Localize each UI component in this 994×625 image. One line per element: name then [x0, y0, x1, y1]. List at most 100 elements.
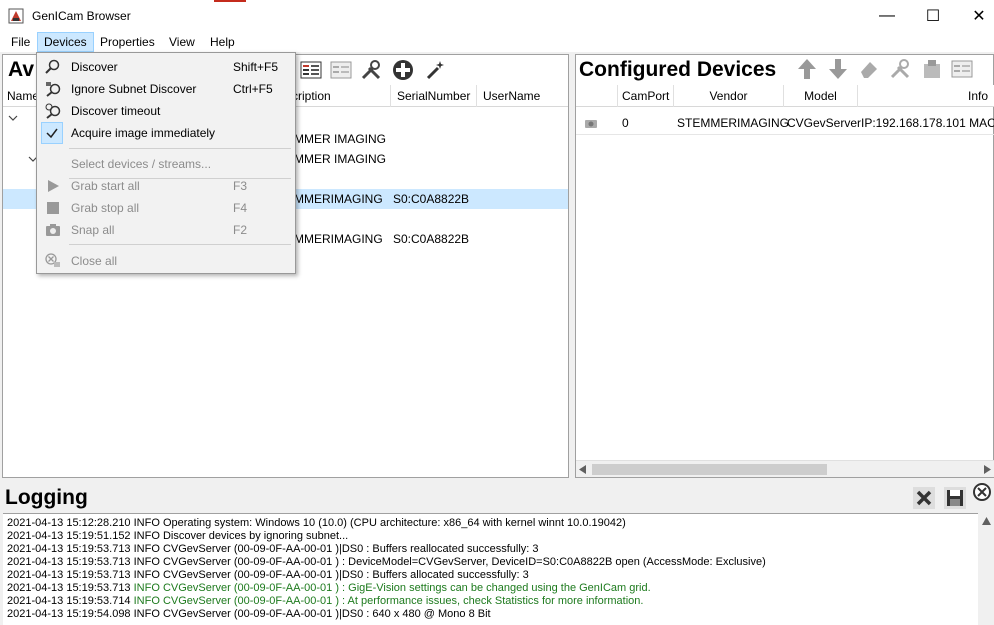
scroll-right-icon[interactable] — [984, 465, 992, 474]
tools-icon[interactable] — [359, 58, 383, 82]
properties-grid-icon[interactable] — [299, 58, 323, 82]
row-serial: S0:C0A8822B — [393, 232, 470, 246]
log-message-green: INFO CVGevServer (00-09-0F-AA-00-01 ) : … — [133, 595, 644, 607]
menu-item-grab-stop-all[interactable]: Grab stop all F4 — [39, 197, 293, 219]
menu-separator — [69, 148, 291, 149]
log-line: 2021-04-13 15:19:53.713 INFO CVGevServer… — [7, 556, 766, 568]
log-line: 2021-04-13 15:12:28.210 INFO Operating s… — [7, 517, 626, 529]
menu-item-close-all[interactable]: Close all — [39, 250, 293, 272]
properties-disabled-icon[interactable] — [329, 58, 353, 82]
col-status — [576, 85, 618, 107]
magnifier-clock-icon — [45, 103, 61, 119]
log-timestamp: 2021-04-13 15:19:53.713 — [7, 582, 134, 594]
row-info: IP:192.168.178.101 MAC:7 — [861, 116, 994, 130]
log-line: 2021-04-13 15:19:53.713 INFO CVGevServer… — [7, 543, 539, 555]
title-accent-bar — [214, 0, 246, 2]
col-serialnumber[interactable]: SerialNumber — [393, 85, 477, 107]
available-devices-title: Av — [8, 58, 35, 81]
arrow-up-icon[interactable] — [795, 57, 819, 81]
log-line: 2021-04-13 15:19:51.152 INFO Discover de… — [7, 530, 349, 542]
devices-dropdown-menu: Discover Shift+F5 Ignore Subnet Discover… — [36, 52, 296, 274]
menu-help[interactable]: Help — [204, 32, 241, 52]
menu-file[interactable]: File — [5, 32, 36, 52]
log-output[interactable]: 2021-04-13 15:12:28.210 INFO Operating s… — [3, 513, 985, 625]
col-description[interactable]: scription — [286, 85, 391, 107]
menu-item-grab-start-all[interactable]: Grab start all F3 — [39, 175, 293, 197]
log-timestamp: 2021-04-13 15:19:53.714 — [7, 595, 134, 607]
menu-item-shortcut: Ctrl+F5 — [233, 82, 273, 96]
genicam-app-icon — [8, 8, 24, 24]
col-username[interactable]: UserName — [479, 85, 567, 107]
menu-devices[interactable]: Devices — [37, 32, 94, 52]
log-line: 2021-04-13 15:19:54.098 INFO CVGevServer… — [7, 608, 491, 620]
log-message-green: INFO CVGevServer (00-09-0F-AA-00-01 ) : … — [133, 582, 651, 594]
tools-disabled-icon[interactable] — [888, 57, 912, 81]
camera-icon — [45, 222, 61, 238]
scroll-left-icon[interactable] — [579, 465, 587, 474]
configured-devices-title: Configured Devices — [579, 58, 777, 81]
log-line: 2021-04-13 15:19:53.713 INFO CVGevServer… — [7, 582, 651, 595]
logging-title: Logging — [5, 486, 88, 509]
maximize-button[interactable]: ☐ — [910, 0, 956, 32]
menu-item-shortcut: Shift+F5 — [233, 60, 279, 74]
menu-item-discover-timeout[interactable]: Discover timeout — [39, 100, 293, 122]
menu-item-label: Discover timeout — [71, 104, 161, 118]
row-description: EMMER IMAGING — [286, 152, 387, 166]
row-description: EMMERIMAGING — [286, 192, 383, 206]
menu-item-label: Ignore Subnet Discover — [71, 82, 197, 96]
close-window-button[interactable]: ✕ — [956, 0, 994, 32]
col-model[interactable]: Model — [784, 85, 858, 107]
minimize-button[interactable]: — — [864, 0, 910, 32]
magic-wand-icon[interactable] — [423, 58, 447, 82]
magnifier-icon — [45, 59, 61, 75]
log-line: 2021-04-13 15:19:53.714 INFO CVGevServer… — [7, 595, 643, 608]
menu-item-label: Acquire image immediately — [71, 126, 216, 140]
menu-item-shortcut: F2 — [233, 223, 248, 237]
arrow-down-icon[interactable] — [826, 57, 850, 81]
menu-item-label: Snap all — [71, 223, 115, 237]
menu-item-ignore-subnet-discover[interactable]: Ignore Subnet Discover Ctrl+F5 — [39, 78, 293, 100]
table-row[interactable]: 0 STEMMERIMAGING CVGevServer IP:192.168.… — [576, 111, 994, 135]
row-description: EMMERIMAGING — [286, 232, 383, 246]
properties-grid-disabled-icon[interactable] — [950, 57, 974, 81]
window-title: GenICam Browser — [32, 9, 131, 23]
menu-item-label: Close all — [71, 254, 118, 268]
close-circle-icon — [45, 253, 61, 269]
row-model: CVGevServer — [787, 116, 862, 130]
menu-item-shortcut: F4 — [233, 201, 248, 215]
menu-item-label: Discover — [71, 60, 118, 74]
scrollbar-thumb[interactable] — [592, 464, 827, 475]
eraser-icon[interactable] — [857, 57, 881, 81]
log-vertical-scrollbar[interactable] — [978, 513, 994, 625]
menu-item-select-devices-streams[interactable]: Select devices / streams... — [39, 153, 293, 175]
menu-item-snap-all[interactable]: Snap all F2 — [39, 219, 293, 241]
log-line: 2021-04-13 15:19:53.713 INFO CVGevServer… — [7, 569, 529, 581]
menu-item-label: Select devices / streams... — [71, 157, 212, 171]
col-vendor[interactable]: Vendor — [674, 85, 784, 107]
close-log-panel-icon[interactable] — [972, 482, 992, 502]
menu-item-acquire-image-immediately[interactable]: Acquire image immediately — [39, 122, 293, 144]
configured-devices-header: CamPort Vendor Model Info — [576, 85, 994, 107]
scroll-up-icon[interactable] — [982, 517, 991, 525]
play-icon — [45, 178, 61, 194]
configured-devices-panel: Configured Devices CamPort Vendor Model … — [575, 54, 994, 478]
row-description: EMMER IMAGING — [286, 132, 387, 146]
row-vendor: STEMMERIMAGING — [677, 116, 790, 130]
menu-item-shortcut: F3 — [233, 179, 248, 193]
clear-log-icon[interactable] — [912, 486, 936, 510]
stop-icon — [45, 200, 61, 216]
save-log-icon[interactable] — [943, 486, 967, 510]
col-info[interactable]: Info — [858, 85, 994, 107]
add-device-icon[interactable] — [391, 58, 415, 82]
row-serial: S0:C0A8822B — [393, 192, 470, 206]
configured-horizontal-scrollbar[interactable] — [576, 460, 994, 477]
tree-expand-icon[interactable] — [7, 112, 19, 124]
title-bar: GenICam Browser — ☐ ✕ — [0, 0, 994, 32]
col-camport[interactable]: CamPort — [618, 85, 674, 107]
menu-item-discover[interactable]: Discover Shift+F5 — [39, 56, 293, 78]
menu-view[interactable]: View — [163, 32, 201, 52]
menu-properties[interactable]: Properties — [94, 32, 161, 52]
row-camport: 0 — [622, 116, 629, 130]
checkmark-icon — [41, 122, 63, 144]
device-save-icon[interactable] — [920, 57, 944, 81]
